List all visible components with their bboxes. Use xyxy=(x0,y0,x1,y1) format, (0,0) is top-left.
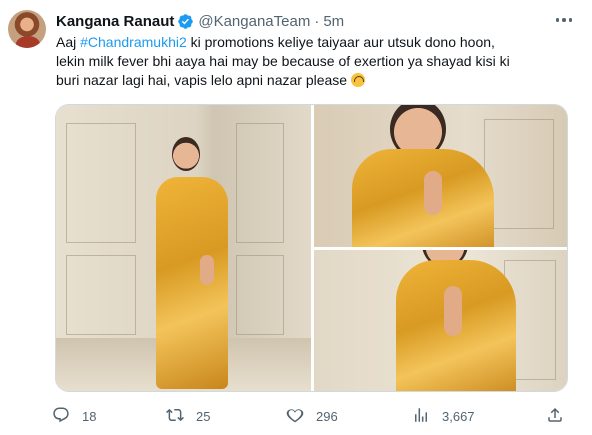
like-count: 296 xyxy=(316,408,338,424)
tweet-header: Kangana Ranaut @KanganaTeam · 5m xyxy=(56,11,344,31)
tweet-text-line-1: Aaj #Chandramukhi2 ki promotions keliye … xyxy=(56,33,576,52)
retweet-icon xyxy=(166,406,184,427)
wall-panel xyxy=(236,255,284,335)
verified-badge-icon xyxy=(177,13,194,30)
saree xyxy=(352,149,494,247)
reply-icon xyxy=(52,406,70,427)
author-handle[interactable]: @KanganaTeam xyxy=(198,13,310,30)
photo-closeup-1[interactable] xyxy=(314,105,567,247)
heart-icon xyxy=(286,406,304,427)
saree xyxy=(156,177,228,389)
figure-hand xyxy=(424,171,442,215)
avatar[interactable] xyxy=(8,10,46,48)
wall-panel xyxy=(236,123,284,243)
timestamp[interactable]: 5m xyxy=(323,13,344,30)
retweet-button[interactable]: 25 xyxy=(166,405,210,427)
views-count: 3,667 xyxy=(442,408,475,424)
upside-down-face-emoji-icon xyxy=(350,73,365,87)
tweet-text: Aaj #Chandramukhi2 ki promotions keliye … xyxy=(56,33,576,90)
author-name[interactable]: Kangana Ranaut xyxy=(56,13,174,30)
tweet-actions: 18 25 296 3,667 xyxy=(48,405,578,427)
text-segment: Aaj xyxy=(56,34,81,50)
tweet: Kangana Ranaut @KanganaTeam · 5m Aaj #Ch… xyxy=(0,0,592,435)
figure-hand xyxy=(444,286,462,336)
avatar-shoulder xyxy=(16,36,40,48)
wall-panel xyxy=(66,255,136,335)
views-icon xyxy=(412,406,430,427)
hashtag-link[interactable]: #Chandramukhi2 xyxy=(80,34,187,50)
figure-head xyxy=(172,137,200,171)
wall-panel xyxy=(66,123,136,243)
separator-dot: · xyxy=(314,12,320,30)
views-button[interactable]: 3,667 xyxy=(412,405,475,427)
photo-standing-saree[interactable] xyxy=(56,105,311,391)
share-icon xyxy=(546,406,564,427)
media-grid xyxy=(55,104,568,392)
photo-closeup-2[interactable] xyxy=(314,250,567,391)
like-button[interactable]: 296 xyxy=(286,405,338,427)
share-button[interactable] xyxy=(546,405,564,427)
reply-count: 18 xyxy=(82,408,97,424)
text-segment: buri nazar lagi hai, vapis lelo apni naz… xyxy=(56,72,351,88)
wall-panel xyxy=(484,119,554,229)
figure-hands xyxy=(200,255,214,285)
reply-button[interactable]: 18 xyxy=(52,405,96,427)
more-icon[interactable] xyxy=(552,10,576,30)
tweet-text-line-2: lekin milk fever bhi aaya hai may be bec… xyxy=(56,53,510,69)
text-segment: ki promotions keliye taiyaar aur utsuk d… xyxy=(186,34,495,50)
retweet-count: 25 xyxy=(196,408,211,424)
tweet-text-line-3: buri nazar lagi hai, vapis lelo apni naz… xyxy=(56,71,576,90)
